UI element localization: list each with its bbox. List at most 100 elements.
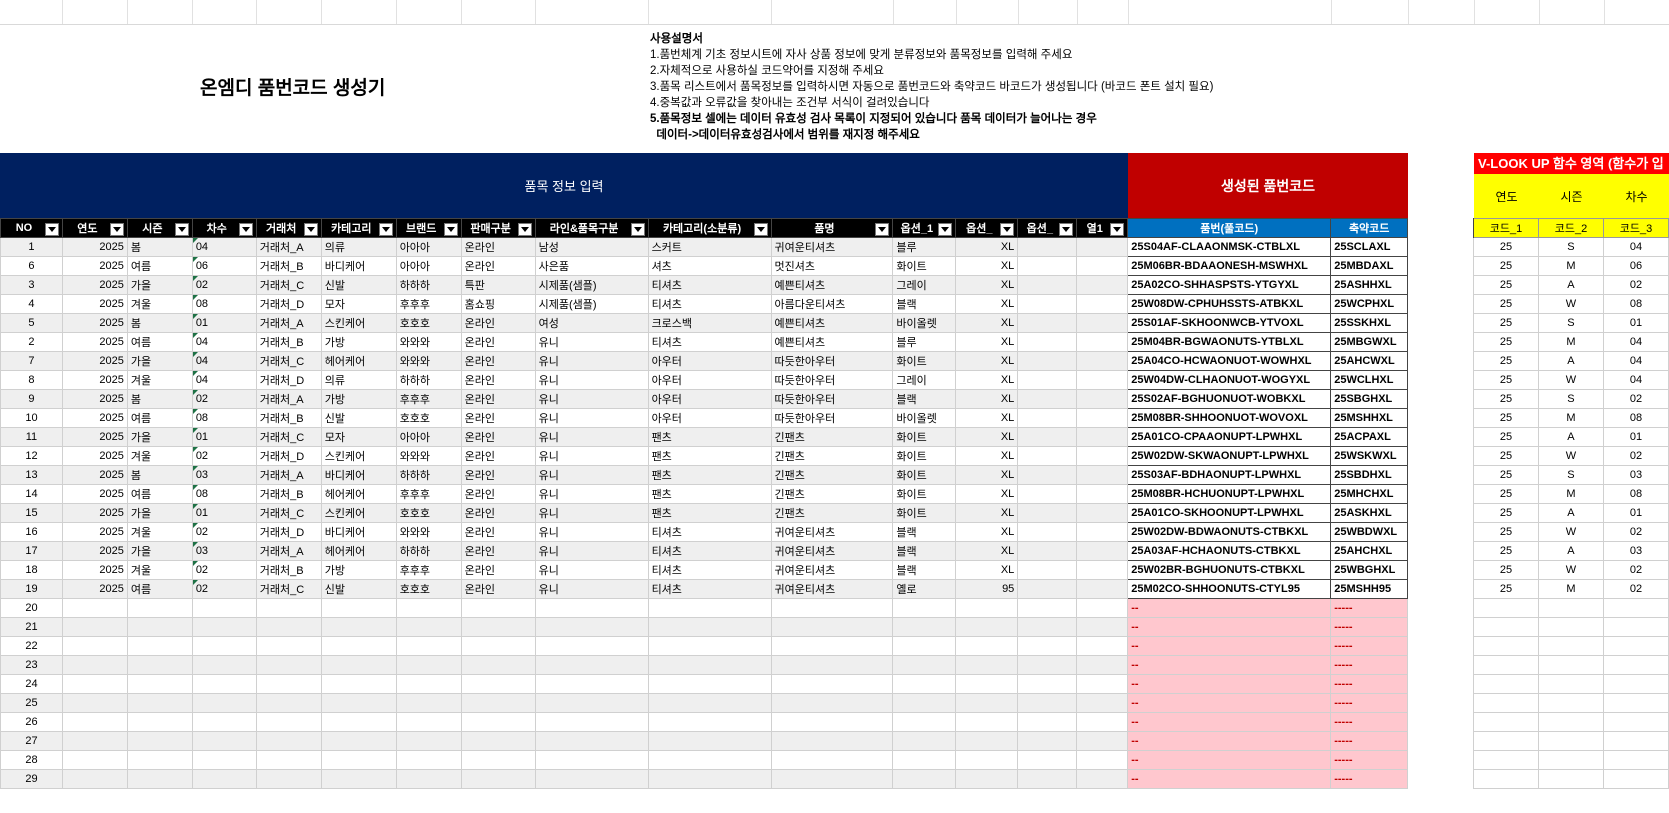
- item-name-cell[interactable]: 따듯한아우터: [770, 408, 894, 428]
- empty-cell[interactable]: [955, 674, 1019, 694]
- year-cell[interactable]: 2025: [61, 275, 128, 295]
- vlookup-cell[interactable]: 04: [1602, 351, 1669, 371]
- empty-cell[interactable]: [255, 769, 322, 789]
- filter-dropdown-icon[interactable]: [443, 223, 458, 236]
- row-number-cell[interactable]: 11: [0, 427, 63, 447]
- empty-cell[interactable]: [1017, 750, 1078, 770]
- line-cell[interactable]: 남성: [534, 237, 649, 257]
- vlookup-cell[interactable]: 02: [1602, 560, 1669, 580]
- item-name-cell[interactable]: 귀여운티셔츠: [770, 522, 894, 542]
- subcategory-cell[interactable]: 팬츠: [647, 427, 772, 447]
- empty-cell[interactable]: [191, 731, 257, 751]
- empty-cell[interactable]: [460, 712, 536, 732]
- sale-type-cell[interactable]: 온라인: [460, 389, 536, 409]
- year-cell[interactable]: 2025: [61, 522, 128, 542]
- empty-cell[interactable]: [1076, 617, 1129, 637]
- vlookup-cell[interactable]: 04: [1602, 237, 1669, 257]
- empty-cell[interactable]: [126, 712, 193, 732]
- full-code-cell[interactable]: 25M08BR-SHHOONUOT-WOVOXL: [1127, 408, 1332, 428]
- empty-cell[interactable]: [255, 712, 322, 732]
- empty-cell[interactable]: [395, 674, 462, 694]
- row-number-cell[interactable]: 9: [0, 389, 63, 409]
- vlookup-cell[interactable]: [1602, 750, 1669, 770]
- item-name-cell[interactable]: 긴팬츠: [770, 446, 894, 466]
- subcategory-cell[interactable]: 티셔츠: [647, 294, 772, 314]
- col-header-short-code[interactable]: 축약코드: [1330, 218, 1409, 238]
- empty-cell[interactable]: [955, 636, 1019, 656]
- empty-cell[interactable]: [770, 598, 894, 618]
- cha-cell[interactable]: 02: [191, 522, 257, 542]
- filter-dropdown-icon[interactable]: [303, 223, 318, 236]
- empty-cell[interactable]: [320, 750, 397, 770]
- short-code-cell[interactable]: -----: [1330, 750, 1409, 770]
- season-cell[interactable]: 가을: [126, 503, 193, 523]
- row-number-cell[interactable]: 23: [0, 655, 63, 675]
- empty-cell[interactable]: [395, 731, 462, 751]
- empty-cell[interactable]: [770, 655, 894, 675]
- line-cell[interactable]: 유니: [534, 560, 649, 580]
- short-code-cell[interactable]: 25MSHH95: [1330, 579, 1409, 599]
- season-cell[interactable]: 겨울: [126, 560, 193, 580]
- category-cell[interactable]: 헤어케어: [320, 484, 397, 504]
- row-number-cell[interactable]: 26: [0, 712, 63, 732]
- vlookup-cell[interactable]: 08: [1602, 408, 1669, 428]
- sale-type-cell[interactable]: 온라인: [460, 446, 536, 466]
- short-code-cell[interactable]: -----: [1330, 598, 1409, 618]
- full-code-cell[interactable]: 25W04DW-CLHAONUOT-WOGYXL: [1127, 370, 1332, 390]
- short-code-cell[interactable]: 25SSKHXL: [1330, 313, 1409, 333]
- empty-cell[interactable]: [770, 750, 894, 770]
- vlookup-cell[interactable]: S: [1538, 313, 1604, 333]
- brand-cell[interactable]: 하하하: [395, 541, 462, 561]
- empty-cell[interactable]: [892, 636, 957, 656]
- cha-cell[interactable]: 08: [191, 294, 257, 314]
- option1-cell[interactable]: 바이올렛: [892, 408, 957, 428]
- vendor-cell[interactable]: 거래처_B: [255, 560, 322, 580]
- empty-cell[interactable]: [61, 731, 128, 751]
- vlookup-cell[interactable]: M: [1538, 256, 1604, 276]
- brand-cell[interactable]: 와와와: [395, 522, 462, 542]
- item-name-cell[interactable]: 귀여운티셔츠: [770, 237, 894, 257]
- empty-cell[interactable]: [255, 617, 322, 637]
- option1-cell[interactable]: 블랙: [892, 560, 957, 580]
- vlookup-cell[interactable]: 25: [1473, 332, 1539, 352]
- vlookup-cell[interactable]: [1538, 750, 1604, 770]
- vlookup-cell[interactable]: S: [1538, 465, 1604, 485]
- filter-dropdown-icon[interactable]: [174, 223, 189, 236]
- col-header[interactable]: 시즌: [126, 218, 193, 238]
- col-header[interactable]: 품명: [770, 218, 894, 238]
- year-cell[interactable]: 2025: [61, 370, 128, 390]
- col1-cell[interactable]: [1076, 313, 1129, 333]
- empty-cell[interactable]: [647, 617, 772, 637]
- vendor-cell[interactable]: 거래처_A: [255, 237, 322, 257]
- vlookup-cell[interactable]: [1538, 674, 1604, 694]
- row-number-cell[interactable]: 12: [0, 446, 63, 466]
- vlookup-cell[interactable]: [1602, 617, 1669, 637]
- row-number-cell[interactable]: 1: [0, 237, 63, 257]
- season-cell[interactable]: 겨울: [126, 370, 193, 390]
- option3-cell[interactable]: [1017, 465, 1078, 485]
- cha-cell[interactable]: 02: [191, 446, 257, 466]
- category-cell[interactable]: 신발: [320, 275, 397, 295]
- empty-cell[interactable]: [892, 712, 957, 732]
- empty-cell[interactable]: [126, 750, 193, 770]
- empty-cell[interactable]: [955, 769, 1019, 789]
- full-code-cell[interactable]: 25S04AF-CLAAONMSK-CTBLXL: [1127, 237, 1332, 257]
- sale-type-cell[interactable]: 온라인: [460, 465, 536, 485]
- short-code-cell[interactable]: 25MBDAXL: [1330, 256, 1409, 276]
- vlookup-cell[interactable]: [1473, 731, 1539, 751]
- empty-cell[interactable]: [460, 731, 536, 751]
- filter-dropdown-icon[interactable]: [1059, 223, 1074, 236]
- option1-cell[interactable]: 화이트: [892, 446, 957, 466]
- year-cell[interactable]: 2025: [61, 446, 128, 466]
- vlookup-cell[interactable]: 25: [1473, 541, 1539, 561]
- row-number-cell[interactable]: 8: [0, 370, 63, 390]
- year-cell[interactable]: 2025: [61, 256, 128, 276]
- empty-cell[interactable]: [955, 598, 1019, 618]
- full-code-cell[interactable]: 25S02AF-BGHUONUOT-WOBKXL: [1127, 389, 1332, 409]
- vlookup-cell[interactable]: [1473, 617, 1539, 637]
- empty-cell[interactable]: [255, 731, 322, 751]
- empty-cell[interactable]: [534, 674, 649, 694]
- col1-cell[interactable]: [1076, 541, 1129, 561]
- empty-cell[interactable]: [191, 693, 257, 713]
- option3-cell[interactable]: [1017, 522, 1078, 542]
